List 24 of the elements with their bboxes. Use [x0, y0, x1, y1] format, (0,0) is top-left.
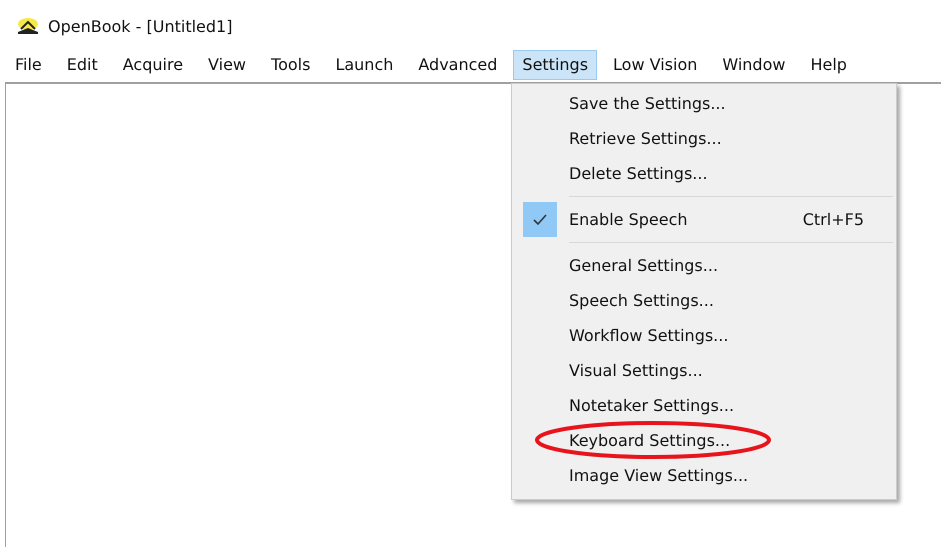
- menu-option[interactable]: Save the Settings...: [569, 94, 726, 113]
- window-title: OpenBook - [Untitled1]: [48, 16, 232, 36]
- menu-item[interactable]: View: [199, 50, 256, 80]
- menu-option[interactable]: Delete Settings...: [569, 164, 708, 183]
- shortcut-text: Ctrl+F5: [802, 210, 864, 229]
- menu-option[interactable]: Enable Speech: [569, 210, 688, 229]
- menu-option[interactable]: Retrieve Settings...: [569, 129, 722, 148]
- menu-option[interactable]: Visual Settings...: [569, 361, 703, 380]
- menu-option[interactable]: Notetaker Settings...: [569, 396, 734, 415]
- menu-option[interactable]: Speech Settings...: [569, 291, 714, 310]
- menu-option[interactable]: Image View Settings...: [569, 466, 748, 485]
- menu-option[interactable]: Workflow Settings...: [569, 326, 728, 345]
- menu-item[interactable]: Window: [713, 50, 794, 80]
- menu-item[interactable]: Acquire: [114, 50, 192, 80]
- menu-item[interactable]: Advanced: [409, 50, 506, 80]
- menu-item[interactable]: File: [6, 50, 51, 80]
- book-icon: [16, 18, 40, 34]
- menu-item[interactable]: Tools: [262, 50, 320, 80]
- menu-item[interactable]: Launch: [326, 50, 402, 80]
- menu-item[interactable]: Help: [801, 50, 856, 80]
- menu-item[interactable]: Low Vision: [604, 50, 706, 80]
- menu-item[interactable]: Edit: [58, 50, 107, 80]
- menu-option[interactable]: General Settings...: [569, 256, 718, 275]
- menu-item[interactable]: Settings: [513, 50, 598, 80]
